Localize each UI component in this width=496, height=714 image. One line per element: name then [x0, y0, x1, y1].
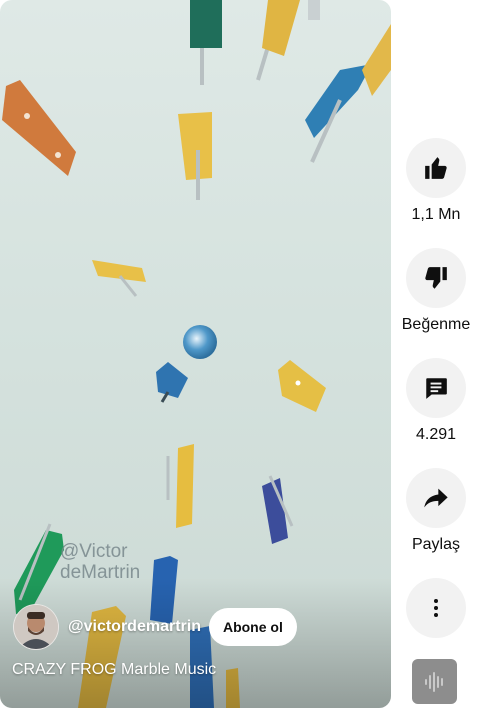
share-label: Paylaş: [411, 536, 461, 553]
like-button[interactable]: [406, 138, 466, 198]
comments-action[interactable]: 4.291: [398, 358, 474, 444]
channel-avatar[interactable]: [13, 604, 59, 650]
video-player[interactable]: @Victor deMartrin @victordemartrin Abone…: [0, 0, 391, 708]
share-button[interactable]: [406, 468, 466, 528]
like-action[interactable]: 1,1 Mn: [398, 138, 474, 224]
thumbs-down-icon: [425, 267, 447, 289]
subscribe-button[interactable]: Abone ol: [208, 608, 297, 646]
more-vertical-icon: [434, 599, 438, 617]
dislike-button[interactable]: [406, 248, 466, 308]
more-button[interactable]: [406, 578, 466, 638]
share-icon: [424, 488, 448, 508]
more-action[interactable]: [398, 578, 474, 638]
dislike-action[interactable]: Beğenme: [398, 248, 474, 334]
comment-count: 4.291: [415, 426, 457, 443]
sound-button[interactable]: [412, 659, 457, 704]
comment-icon: [426, 378, 447, 399]
audio-waveform-icon: [424, 671, 443, 692]
comments-button[interactable]: [406, 358, 466, 418]
channel-handle[interactable]: @victordemartrin: [68, 618, 201, 636]
share-action[interactable]: Paylaş: [398, 468, 474, 554]
thumbs-up-icon: [425, 157, 447, 179]
video-title[interactable]: CRAZY FROG Marble Music: [12, 661, 216, 679]
like-count: 1,1 Mn: [411, 206, 461, 223]
channel-row: @victordemartrin Abone ol: [13, 604, 297, 650]
dislike-label: Beğenme: [401, 316, 471, 333]
video-watermark: @Victor deMartrin: [60, 541, 141, 583]
